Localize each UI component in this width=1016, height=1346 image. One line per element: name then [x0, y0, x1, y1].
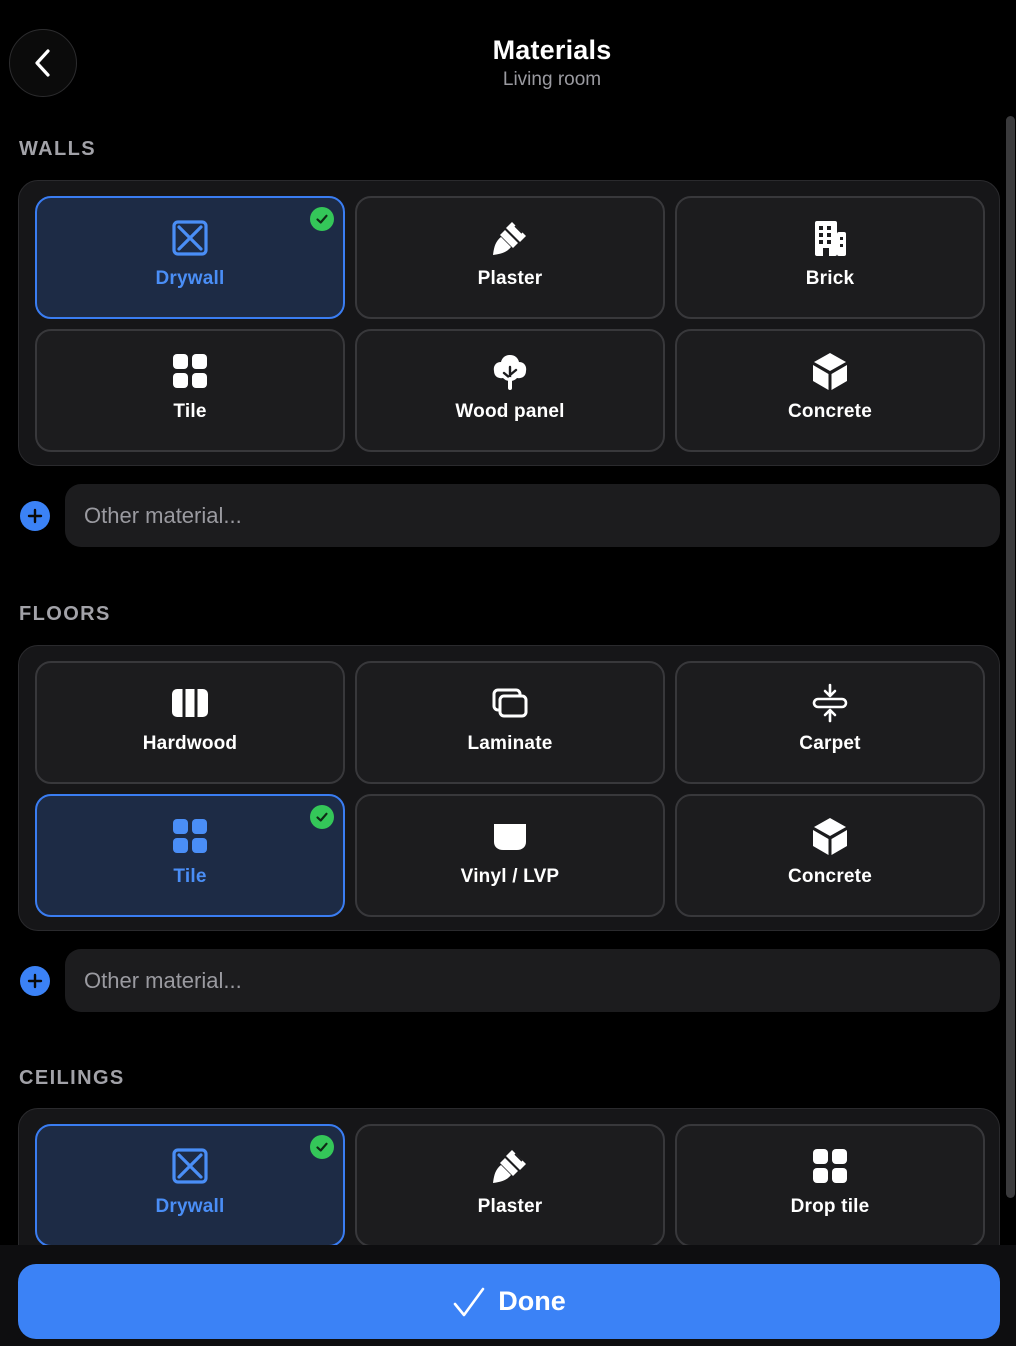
walls-option-tile[interactable]: Tile [35, 329, 345, 452]
option-label: Drywall [155, 1196, 225, 1217]
ceilings-option-drywall[interactable]: Drywall [35, 1124, 345, 1247]
floors-option-laminate[interactable]: Laminate [355, 661, 665, 784]
cube-icon [810, 351, 850, 391]
materials-screen: Materials Living room WALLS Drywall Plas… [0, 0, 1016, 1346]
header: Materials Living room [0, 0, 1016, 110]
paintbrush-icon [490, 1146, 530, 1186]
walls-other-input[interactable] [65, 484, 1000, 547]
floors-other-row [20, 949, 1000, 1012]
walls-grid: Drywall Plaster Brick Tile Wood panel Co… [35, 196, 985, 452]
drywall-icon [170, 218, 210, 258]
option-label: Hardwood [142, 733, 238, 754]
option-label: Laminate [467, 733, 553, 754]
option-label: Concrete [788, 401, 872, 422]
walls-other-row [20, 484, 1000, 547]
option-label: Vinyl / LVP [460, 866, 560, 887]
paintbrush-icon [490, 218, 530, 258]
ceilings-option-drop-tile[interactable]: Drop tile [675, 1124, 985, 1247]
option-label: Carpet [799, 733, 861, 754]
check-icon [316, 214, 328, 224]
floors-option-hardwood[interactable]: Hardwood [35, 661, 345, 784]
option-label: Plaster [477, 1196, 543, 1217]
option-label: Drop tile [790, 1196, 870, 1217]
check-icon [316, 1142, 328, 1152]
title-block: Materials Living room [0, 34, 1016, 91]
drywall-icon [170, 1146, 210, 1186]
walls-option-drywall[interactable]: Drywall [35, 196, 345, 319]
floors-other-input[interactable] [65, 949, 1000, 1012]
cube-icon [810, 816, 850, 856]
option-label: Brick [805, 268, 855, 289]
grid-icon [170, 816, 210, 856]
walls-option-concrete[interactable]: Concrete [675, 329, 985, 452]
option-label: Plaster [477, 268, 543, 289]
section-label-floors: FLOORS [19, 603, 111, 625]
plus-icon [27, 973, 43, 989]
page-subtitle: Living room [502, 69, 602, 90]
page-title: Materials [492, 35, 612, 65]
option-label: Tile [173, 866, 207, 887]
grid-icon [810, 1146, 850, 1186]
floors-option-concrete[interactable]: Concrete [675, 794, 985, 917]
plus-icon [27, 508, 43, 524]
checkmark-icon [453, 1287, 485, 1316]
scrollbar[interactable] [1006, 116, 1015, 1198]
ceilings-option-plaster[interactable]: Plaster [355, 1124, 665, 1247]
walls-panel: Drywall Plaster Brick Tile Wood panel Co… [18, 180, 1000, 466]
option-label: Tile [173, 401, 207, 422]
walls-option-plaster[interactable]: Plaster [355, 196, 665, 319]
floors-panel: Hardwood Laminate Carpet Tile Vinyl / LV… [18, 645, 1000, 931]
layers-icon [490, 683, 530, 723]
planks-icon [170, 683, 210, 723]
walls-option-wood-panel[interactable]: Wood panel [355, 329, 665, 452]
section-label-ceilings: CEILINGS [19, 1067, 125, 1089]
tree-icon [490, 351, 530, 391]
section-label-walls: WALLS [19, 138, 96, 160]
floors-option-tile[interactable]: Tile [35, 794, 345, 917]
building-icon [810, 218, 850, 258]
bottom-bar: Done [0, 1245, 1016, 1346]
walls-add-button[interactable] [20, 501, 50, 531]
selected-check-badge [310, 207, 334, 231]
option-label: Concrete [788, 866, 872, 887]
walls-option-brick[interactable]: Brick [675, 196, 985, 319]
done-label: Done [498, 1286, 566, 1316]
ceilings-grid: Drywall Plaster Drop tile [35, 1124, 985, 1247]
selected-check-badge [310, 1135, 334, 1159]
floors-add-button[interactable] [20, 966, 50, 996]
selected-check-badge [310, 805, 334, 829]
rounded-rect-icon [490, 816, 530, 856]
option-label: Drywall [155, 268, 225, 289]
floors-grid: Hardwood Laminate Carpet Tile Vinyl / LV… [35, 661, 985, 917]
option-label: Wood panel [455, 401, 565, 422]
done-button[interactable]: Done [18, 1264, 1000, 1339]
grid-icon [170, 351, 210, 391]
check-icon [316, 812, 328, 822]
compress-icon [810, 683, 850, 723]
floors-option-vinyl-lvp[interactable]: Vinyl / LVP [355, 794, 665, 917]
floors-option-carpet[interactable]: Carpet [675, 661, 985, 784]
